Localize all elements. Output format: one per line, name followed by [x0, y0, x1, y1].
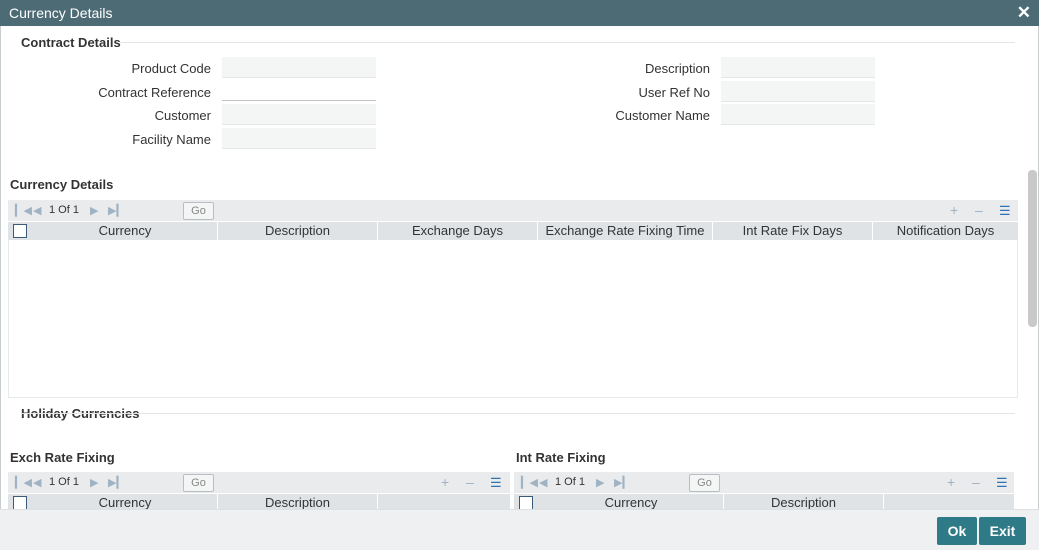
- next-page-icon[interactable]: ▶: [596, 476, 604, 489]
- select-all-checkbox[interactable]: [13, 224, 27, 238]
- exch-grid-header: Currency Description: [8, 494, 510, 509]
- customer-field[interactable]: [222, 104, 376, 125]
- product-code-field[interactable]: [222, 57, 376, 78]
- select-all-checkbox[interactable]: [519, 496, 533, 509]
- ok-button[interactable]: Ok: [937, 517, 977, 545]
- customer-name-field[interactable]: [721, 104, 875, 125]
- last-page-icon[interactable]: ▶▎: [614, 476, 631, 489]
- contract-details-heading: Contract Details: [21, 35, 121, 50]
- close-icon[interactable]: ✕: [1017, 3, 1031, 23]
- single-view-icon[interactable]: ☰: [999, 203, 1011, 219]
- column-header-currency[interactable]: Currency: [539, 494, 724, 509]
- add-row-icon[interactable]: +: [441, 474, 449, 490]
- exch-grid-toolbar: ▎◀ ◀ 1 Of 1 ▶ ▶▎ Go + – ☰: [8, 472, 510, 493]
- vertical-scrollbar[interactable]: [1028, 170, 1037, 327]
- contract-divider: [120, 42, 1015, 43]
- customer-label: Customer: [154, 108, 211, 123]
- column-header-exchange-days[interactable]: Exchange Days: [378, 222, 538, 240]
- holiday-divider: [21, 413, 1015, 414]
- contract-reference-field[interactable]: [222, 80, 376, 101]
- product-code-label: Product Code: [131, 61, 212, 76]
- exch-rate-fixing-heading: Exch Rate Fixing: [10, 450, 115, 465]
- go-button[interactable]: Go: [183, 474, 214, 492]
- user-ref-no-label: User Ref No: [638, 85, 710, 100]
- page-indicator: 1 Of 1: [555, 476, 585, 488]
- single-view-icon[interactable]: ☰: [490, 475, 502, 491]
- last-page-icon[interactable]: ▶▎: [108, 476, 125, 489]
- go-button[interactable]: Go: [183, 202, 214, 220]
- description-label: Description: [644, 61, 710, 76]
- next-page-icon[interactable]: ▶: [90, 476, 98, 489]
- last-page-icon[interactable]: ▶▎: [108, 204, 125, 217]
- int-grid-toolbar: ▎◀ ◀ 1 Of 1 ▶ ▶▎ Go + – ☰: [514, 472, 1014, 493]
- int-grid-header: Currency Description: [514, 494, 1014, 509]
- column-header-notification-days[interactable]: Notification Days: [873, 222, 1018, 240]
- customer-name-label: Customer Name: [615, 108, 710, 123]
- column-header-description[interactable]: Description: [218, 494, 378, 509]
- description-field[interactable]: [721, 57, 875, 78]
- currency-details-heading: Currency Details: [10, 177, 114, 192]
- column-header-exchange-rate-fixing-time[interactable]: Exchange Rate Fixing Time: [538, 222, 713, 240]
- column-header-currency[interactable]: Currency: [33, 222, 218, 240]
- currency-grid-header: Currency Description Exchange Days Excha…: [8, 222, 1018, 240]
- int-rate-fixing-heading: Int Rate Fixing: [516, 450, 606, 465]
- column-header-description[interactable]: Description: [724, 494, 884, 509]
- currency-grid-toolbar: ▎◀ ◀ 1 Of 1 ▶ ▶▎ Go + – ☰: [8, 200, 1018, 221]
- prev-page-icon[interactable]: ◀: [33, 204, 41, 217]
- currency-grid-body: [8, 240, 1018, 398]
- user-ref-no-field[interactable]: [721, 81, 875, 102]
- column-header-description[interactable]: Description: [218, 222, 378, 240]
- next-page-icon[interactable]: ▶: [90, 204, 98, 217]
- delete-row-icon[interactable]: –: [972, 474, 980, 490]
- column-header-int-rate-fix-days[interactable]: Int Rate Fix Days: [713, 222, 873, 240]
- page-indicator: 1 Of 1: [49, 476, 79, 488]
- dialog-footer: Ok Exit: [0, 509, 1039, 550]
- facility-name-label: Facility Name: [132, 132, 211, 147]
- add-row-icon[interactable]: +: [947, 474, 955, 490]
- first-page-icon[interactable]: ▎◀: [521, 476, 538, 489]
- first-page-icon[interactable]: ▎◀: [15, 476, 32, 489]
- column-header-currency[interactable]: Currency: [33, 494, 218, 509]
- delete-row-icon[interactable]: –: [466, 474, 474, 490]
- delete-row-icon[interactable]: –: [975, 202, 983, 218]
- window-titlebar: Currency Details ✕: [0, 0, 1039, 26]
- exit-button[interactable]: Exit: [979, 517, 1026, 545]
- go-button[interactable]: Go: [689, 474, 720, 492]
- prev-page-icon[interactable]: ◀: [539, 476, 547, 489]
- single-view-icon[interactable]: ☰: [996, 475, 1008, 491]
- prev-page-icon[interactable]: ◀: [33, 476, 41, 489]
- add-row-icon[interactable]: +: [950, 202, 958, 218]
- contract-reference-label: Contract Reference: [98, 85, 211, 100]
- facility-name-field[interactable]: [222, 128, 376, 149]
- first-page-icon[interactable]: ▎◀: [15, 204, 32, 217]
- page-indicator: 1 Of 1: [49, 204, 79, 216]
- window-title: Currency Details: [9, 5, 113, 21]
- select-all-checkbox[interactable]: [13, 496, 27, 509]
